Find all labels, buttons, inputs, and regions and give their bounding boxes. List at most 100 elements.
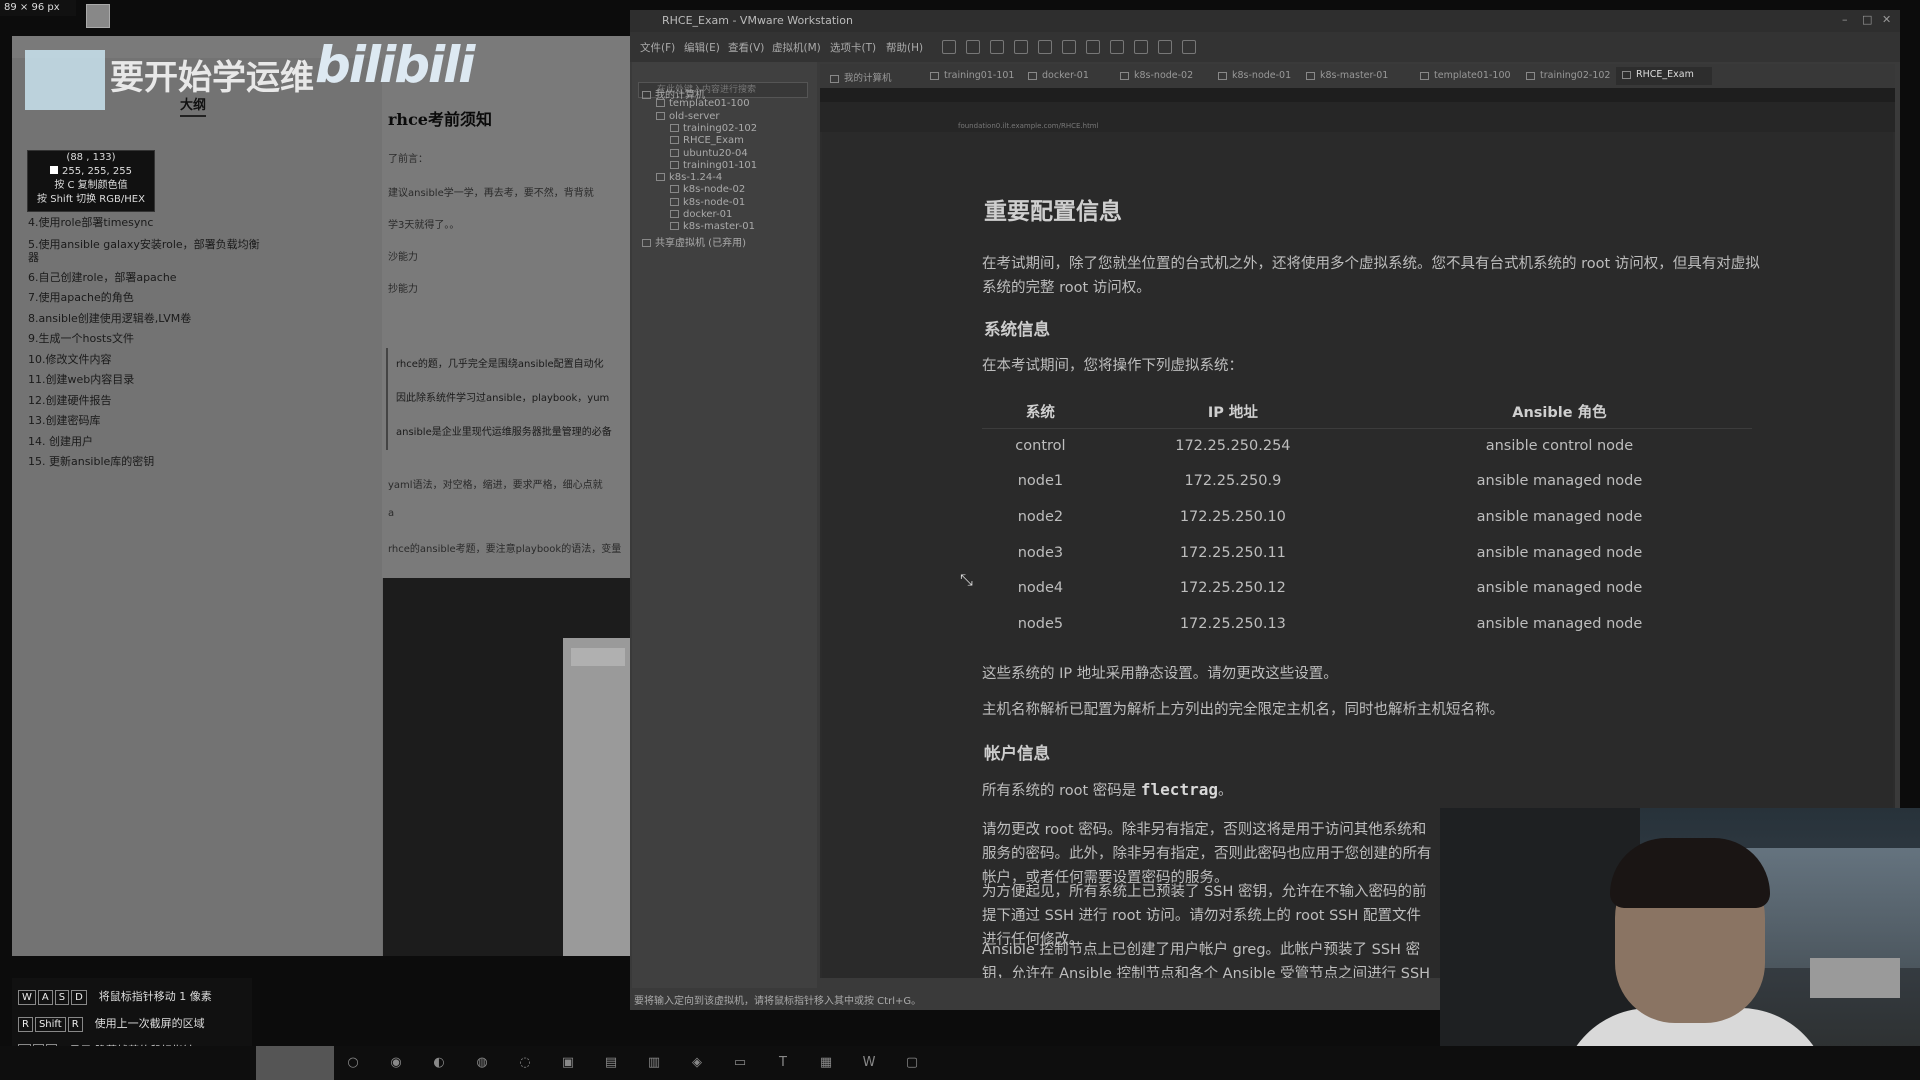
thumbnail-icon[interactable] [1086,40,1100,54]
library-item[interactable]: training02-102 [670,123,757,134]
ip-note: 这些系统的 IP 地址采用静态设置。请勿更改这些设置。 [982,666,1338,682]
terminal-icon[interactable]: ▦ [817,1054,835,1072]
outline-item[interactable]: 5.使用ansible galaxy安装role，部署负载均衡器 [28,238,268,264]
vmware-icon[interactable]: ▢ [903,1054,921,1072]
send-keys-icon[interactable] [966,40,980,54]
shortcut-row: W A S D 将鼠标指针移动 1 像素 [18,988,212,1005]
edge-icon[interactable]: ◐ [430,1054,448,1072]
vm-icon [670,160,679,169]
outline-item[interactable]: 7.使用apache的角色 [28,288,268,309]
quote-line: rhce的题，几乎完全是围绕ansible配置自动化 [396,359,604,370]
outline-item[interactable]: 4.使用role部署timesync [28,213,268,234]
vm-icon [670,197,679,206]
vm-tab[interactable]: docker-01 [1028,70,1089,81]
menu-item[interactable]: 编辑(E) [684,40,720,55]
vm-tab[interactable]: training02-102 [1526,70,1610,81]
library-item[interactable]: k8s-node-02 [670,184,745,195]
app-icon[interactable]: ◈ [688,1054,706,1072]
outline-item[interactable]: 6.自己创建role，部署apache [28,268,268,289]
page-title: 重要配置信息 [984,199,1122,225]
vm-tab[interactable]: 我的计算机 [830,70,892,84]
greg-note: Ansible 控制节点上已创建了用户帐户 greg。此帐户预装了 SSH 密钥… [982,942,1431,978]
menu-item[interactable]: 查看(V) [728,40,764,55]
vm-icon [930,71,939,80]
guest-browser-toolbar: foundation0.ilt.example.com/RHCE.html [820,102,1895,132]
menu-item[interactable]: 文件(F) [640,40,675,55]
intro-text: 在考试期间，除了您就坐位置的台式机之外，还将使用多个虚拟系统。您不具有台式机系统… [982,256,1760,296]
outline-item[interactable]: 8.ansible创建使用逻辑卷,LVM卷 [28,309,268,330]
browser-url[interactable]: foundation0.ilt.example.com/RHCE.html [958,122,1099,130]
windows-icon[interactable]: ○ [344,1054,362,1072]
doc-line: rhce的ansible考题，要注意playbook的语法，变量 [388,544,622,555]
shortcut-text: 将鼠标指针移动 1 像素 [98,990,212,1003]
vm-tab[interactable]: k8s-node-02 [1120,70,1193,81]
pause-icon[interactable] [942,40,956,54]
wps-icon[interactable]: W [860,1054,878,1072]
library-item-label: k8s-node-01 [683,196,746,208]
table-row: node1 172.25.250.9 ansible managed node [982,464,1752,500]
snapshot-manager-icon[interactable] [1038,40,1052,54]
taskbar: ○ ◉ ◐ ◍ ◌ ▣ ▤ ▥ ◈ ▭ T ▦ W ▢ [0,1046,1920,1080]
library-toggle-icon[interactable] [1062,40,1076,54]
maximize-icon[interactable]: □ [1862,13,1872,26]
vm-icon [1218,71,1227,80]
vm-tab[interactable]: k8s-node-01 [1218,70,1291,81]
outline-item[interactable]: 10.修改文件内容 [28,350,268,371]
outline-item[interactable]: 14. 创建用户 [28,432,268,453]
library-item[interactable]: template01-100 [656,98,750,109]
chrome-icon[interactable]: ◉ [387,1054,405,1072]
typora-icon[interactable]: T [774,1054,792,1072]
doc-line: 了前言： [388,154,428,165]
outline-item[interactable]: 15. 更新ansible库的密钥 [28,452,268,473]
file-icon[interactable]: ▤ [602,1054,620,1072]
picker-hint: 按 Shift 切换 RGB/HEX [37,194,145,205]
shortcut-key: A [37,990,53,1005]
view-icon[interactable] [1182,40,1196,54]
console-icon[interactable] [1158,40,1172,54]
table-row: node3 172.25.250.11 ansible managed node [982,535,1752,571]
outline-item[interactable]: 9.生成一个hosts文件 [28,329,268,350]
close-icon[interactable]: ✕ [1882,13,1891,26]
vm-tab[interactable]: RHCE_Exam [1616,67,1712,85]
vm-tab[interactable]: training01-101 [930,70,1014,81]
menu-item[interactable]: 虚拟机(M) [772,40,821,55]
menu-item[interactable]: 帮助(H) [886,40,923,55]
doc-line: yaml语法，对空格，缩进，要求严格，细心点就 [388,480,603,491]
vm-icon [656,173,665,182]
library-item[interactable]: k8s-1.24-4 [656,172,722,183]
outline-item[interactable]: 11.创建web内容目录 [28,370,268,391]
picker-rgb: 255, 255, 255 [62,166,132,177]
unity-icon[interactable] [1134,40,1148,54]
wechat-icon[interactable]: ◌ [516,1054,534,1072]
snapshot-icon[interactable] [990,40,1004,54]
library-item[interactable]: k8s-node-01 [670,197,745,208]
doc-line: a [388,508,395,519]
table-cell: node2 [1017,508,1064,525]
outline-item[interactable]: 13.创建密码库 [28,411,268,432]
password-suffix: 。 [1217,783,1233,799]
table-header: Ansible 角色 [1366,396,1752,429]
revert-icon[interactable] [1014,40,1028,54]
fullscreen-icon[interactable] [1110,40,1124,54]
document-pane: rhce考前须知 了前言： 建议ansible学一学，再去考，要不然，背背就 学… [382,58,632,578]
library-item[interactable]: 共享虚拟机 (已弃用) [642,234,746,249]
library-item[interactable]: docker-01 [670,209,732,220]
minimize-icon[interactable]: – [1842,13,1848,26]
table-cell: node1 [1017,473,1064,490]
vm-tab[interactable]: k8s-master-01 [1306,70,1388,81]
menu-item[interactable]: 选项卡(T) [830,40,876,55]
library-item[interactable]: old-server [656,111,720,122]
folder-icon[interactable]: ▭ [731,1054,749,1072]
table-row: node2 172.25.250.10 ansible managed node [982,499,1752,535]
library-item[interactable]: training01-101 [670,160,757,171]
outline-item[interactable]: 12.创建硬件报告 [28,391,268,412]
browser-icon[interactable]: ◍ [473,1054,491,1072]
vm-tab[interactable]: template01-100 [1420,70,1511,81]
bookmark-icon[interactable]: ▥ [645,1054,663,1072]
library-item[interactable]: RHCE_Exam [670,135,744,146]
library-item[interactable]: k8s-master-01 [670,221,755,232]
media-icon[interactable]: ▣ [559,1054,577,1072]
taskbar-search-box[interactable] [256,1046,334,1080]
table-row: node5 172.25.250.13 ansible managed node [982,606,1752,642]
library-item[interactable]: ubuntu20-04 [670,148,748,159]
